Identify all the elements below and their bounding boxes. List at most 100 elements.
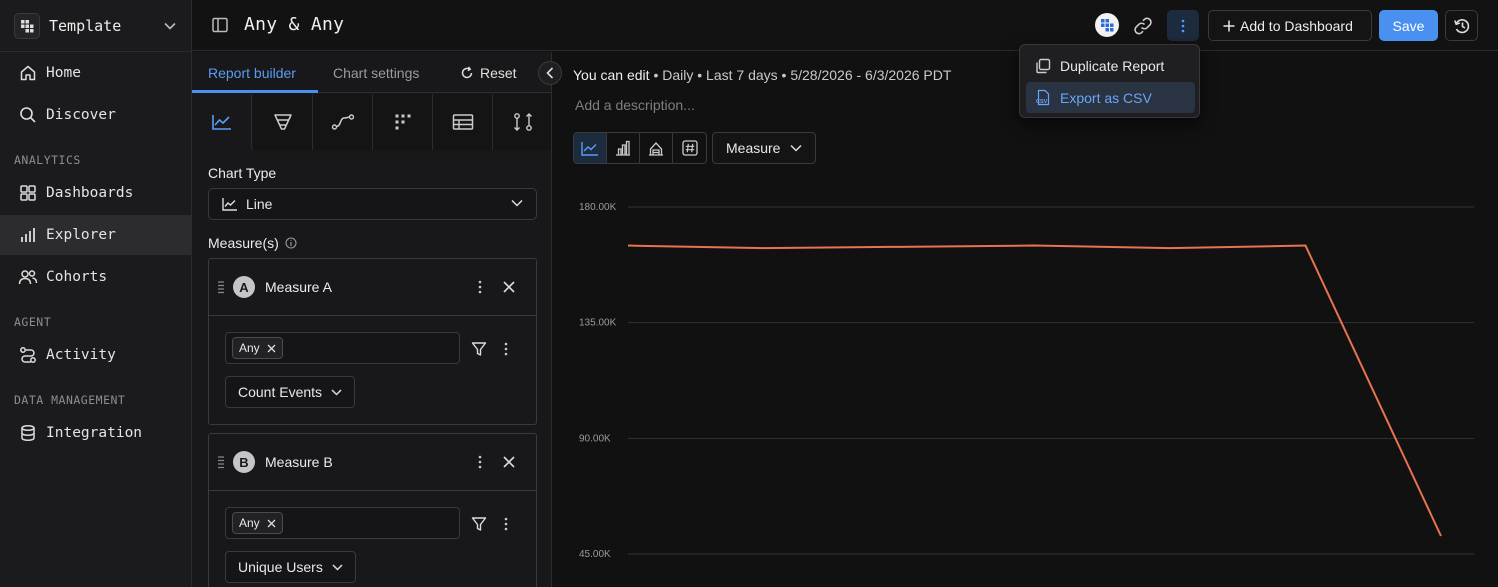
reset-icon bbox=[461, 66, 473, 78]
more-vertical-icon[interactable] bbox=[477, 279, 483, 295]
history-button[interactable] bbox=[1445, 10, 1478, 41]
filter-chip-label: Any bbox=[239, 341, 260, 355]
bar-chart-icon bbox=[616, 140, 630, 156]
measure-dropdown[interactable]: Measure bbox=[712, 132, 816, 164]
edit-permission: You can edit bbox=[573, 67, 650, 83]
section-label-data-management: DATA MANAGEMENT bbox=[14, 393, 126, 407]
more-options-menu: Duplicate Report CSV Export as CSV bbox=[1019, 44, 1200, 118]
event-filter-input[interactable]: Any bbox=[225, 507, 460, 539]
menu-item-label: Export as CSV bbox=[1060, 89, 1152, 106]
more-vertical-icon bbox=[1181, 19, 1185, 32]
save-button[interactable]: Save bbox=[1379, 10, 1438, 41]
close-icon[interactable] bbox=[267, 519, 276, 528]
y-tick-label: 90.00K bbox=[579, 433, 611, 444]
sidebar-item-explorer[interactable]: Explorer bbox=[0, 215, 191, 255]
more-options-button[interactable] bbox=[1167, 10, 1199, 41]
reset-label: Reset bbox=[480, 64, 517, 81]
sidebar-item-label: Discover bbox=[46, 107, 116, 123]
tab-line-chart[interactable] bbox=[192, 94, 252, 150]
measure-header: B Measure B bbox=[209, 434, 536, 491]
view-line-button[interactable] bbox=[574, 133, 607, 163]
report-meta: You can edit • Daily • Last 7 days • 5/2… bbox=[573, 67, 951, 83]
menu-item-export-csv[interactable]: CSV Export as CSV bbox=[1026, 82, 1195, 113]
tab-chart-settings[interactable]: Chart settings bbox=[333, 52, 419, 93]
route-icon bbox=[18, 345, 38, 365]
chart-type-label: Chart Type bbox=[208, 165, 277, 181]
flow-icon bbox=[331, 114, 354, 130]
measure-name[interactable]: Measure A bbox=[265, 279, 332, 295]
measure-letter-badge: B bbox=[233, 451, 255, 473]
chevron-down-icon bbox=[790, 144, 802, 152]
filter-chip[interactable]: Any bbox=[232, 337, 283, 359]
builder-icon-tabs bbox=[192, 94, 551, 150]
drag-handle-icon[interactable] bbox=[218, 280, 224, 294]
sidebar-item-discover[interactable]: Discover bbox=[0, 95, 191, 135]
report-builder-panel: Report builder Chart settings Reset Char… bbox=[192, 52, 552, 587]
menu-item-duplicate-report[interactable]: Duplicate Report bbox=[1026, 50, 1195, 81]
close-icon[interactable] bbox=[502, 280, 516, 294]
tab-funnel[interactable] bbox=[253, 94, 313, 150]
tab-table[interactable] bbox=[433, 94, 493, 150]
chart-type-select[interactable]: Line bbox=[208, 188, 537, 220]
filter-icon[interactable] bbox=[471, 516, 487, 532]
sidebar-item-dashboards[interactable]: Dashboards bbox=[0, 173, 191, 213]
view-bar-button[interactable] bbox=[607, 133, 640, 163]
measure-name[interactable]: Measure B bbox=[265, 454, 333, 470]
measures-label-text: Measure(s) bbox=[208, 235, 279, 251]
more-vertical-icon[interactable] bbox=[503, 341, 509, 357]
collapse-panel-button[interactable] bbox=[538, 61, 562, 85]
series-line[interactable] bbox=[627, 244, 1442, 537]
line-chart-icon bbox=[211, 114, 231, 130]
filter-icon[interactable] bbox=[471, 341, 487, 357]
sidebar-item-label: Activity bbox=[46, 347, 116, 363]
more-vertical-icon[interactable] bbox=[503, 516, 509, 532]
section-label-analytics: ANALYTICS bbox=[14, 153, 81, 167]
y-tick-label: 180.00K bbox=[579, 202, 617, 213]
active-tab-indicator bbox=[192, 90, 318, 93]
view-stacked-button[interactable] bbox=[640, 133, 673, 163]
hash-icon bbox=[681, 140, 698, 156]
aggregation-select[interactable]: Count Events bbox=[225, 376, 356, 408]
aggregation-select[interactable]: Unique Users bbox=[225, 551, 356, 583]
chart-type-value: Line bbox=[246, 196, 273, 212]
sidebar-item-integration[interactable]: Integration bbox=[0, 413, 191, 453]
tab-report-builder[interactable]: Report builder bbox=[208, 52, 296, 93]
link-icon[interactable] bbox=[1132, 15, 1154, 37]
close-icon[interactable] bbox=[267, 344, 276, 353]
dashboard-icon bbox=[18, 183, 38, 203]
aggregation-value: Unique Users bbox=[238, 559, 323, 575]
close-icon[interactable] bbox=[502, 455, 516, 469]
chevron-down-icon bbox=[511, 199, 523, 207]
report-title[interactable]: Any & Any bbox=[244, 14, 344, 35]
chevron-down-icon bbox=[164, 22, 176, 30]
line-chart-icon bbox=[222, 198, 237, 211]
section-label-agent: AGENT bbox=[14, 315, 52, 329]
more-vertical-icon[interactable] bbox=[477, 454, 483, 470]
tab-compare[interactable] bbox=[493, 94, 551, 150]
sidebar-item-label: Cohorts bbox=[46, 269, 108, 285]
sidebar-item-activity[interactable]: Activity bbox=[0, 335, 191, 375]
sidebar-divider bbox=[0, 51, 192, 52]
line-chart: 180.00K 135.00K 90.00K 45.00K bbox=[579, 202, 1474, 560]
plus-icon bbox=[1223, 20, 1235, 32]
reset-button[interactable]: Reset bbox=[460, 52, 517, 93]
avatar[interactable] bbox=[1095, 13, 1119, 37]
filter-chip[interactable]: Any bbox=[232, 512, 283, 534]
measures-label: Measure(s) bbox=[208, 235, 297, 251]
tab-retention[interactable] bbox=[373, 94, 433, 150]
tab-flow[interactable] bbox=[313, 94, 373, 150]
description-input[interactable]: Add a description... bbox=[575, 97, 695, 113]
sidebar-toggle-icon[interactable] bbox=[211, 16, 229, 34]
view-number-button[interactable] bbox=[673, 133, 706, 163]
event-filter-input[interactable]: Any bbox=[225, 332, 460, 364]
line-chart-icon bbox=[581, 141, 598, 156]
workspace-switcher[interactable]: Template bbox=[14, 12, 188, 40]
info-icon bbox=[285, 237, 297, 249]
sidebar-item-home[interactable]: Home bbox=[0, 53, 191, 93]
csv-file-icon: CSV bbox=[1034, 89, 1052, 106]
drag-handle-icon[interactable] bbox=[218, 455, 224, 469]
search-icon bbox=[18, 105, 38, 125]
sidebar-item-cohorts[interactable]: Cohorts bbox=[0, 257, 191, 297]
measure-header: A Measure A bbox=[209, 259, 536, 316]
add-to-dashboard-button[interactable]: Add to Dashboard bbox=[1208, 10, 1372, 41]
